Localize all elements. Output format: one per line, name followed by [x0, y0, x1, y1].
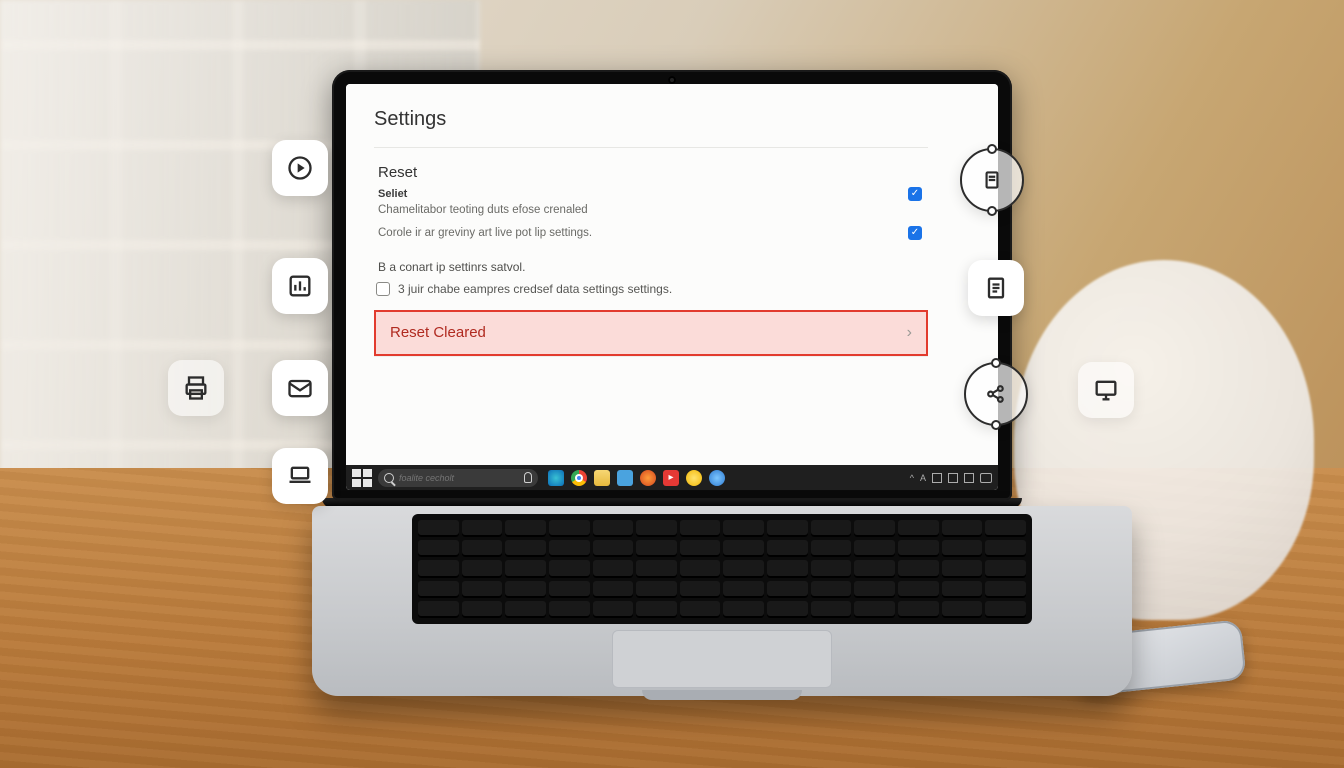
mail-icon	[286, 374, 314, 402]
print-icon	[182, 374, 210, 402]
laptop-keyboard	[412, 514, 1032, 624]
monitor-icon	[1092, 376, 1120, 404]
tile-mail	[272, 360, 328, 416]
search-icon	[384, 473, 394, 483]
setting-option-text: 3 juir chabe eampres credsef data settin…	[398, 282, 672, 296]
system-tray[interactable]: ^ A	[910, 473, 992, 483]
taskbar-app-chrome[interactable]	[571, 470, 587, 486]
checkbox-option[interactable]	[376, 282, 390, 296]
taskbar-search-input[interactable]	[399, 473, 519, 483]
laptop-trackpad	[612, 630, 832, 688]
laptop-deck	[312, 506, 1132, 696]
laptop-screen: Settings Reset Seliet Chamelitabor teoti…	[346, 84, 998, 490]
tray-indicator-1[interactable]	[932, 473, 942, 483]
tray-indicator-3[interactable]	[964, 473, 974, 483]
tray-indicator-2[interactable]	[948, 473, 958, 483]
tile-document	[968, 260, 1024, 316]
taskbar-app-generic2[interactable]	[709, 470, 725, 486]
tile-laptop	[272, 448, 328, 504]
sync-document-icon	[979, 167, 1005, 193]
tile-share	[964, 362, 1028, 426]
setting-row-1-text: Chamelitabor teoting duts efose crenaled	[378, 204, 588, 216]
start-button[interactable]	[352, 469, 372, 487]
taskbar-app-browser2[interactable]	[640, 470, 656, 486]
document-icon	[982, 274, 1010, 302]
share-nodes-icon	[983, 381, 1009, 407]
taskbar-app-edge[interactable]	[548, 470, 564, 486]
taskbar-app-generic1[interactable]	[686, 470, 702, 486]
tile-sync-document	[960, 148, 1024, 212]
laptop-icon	[286, 462, 314, 490]
taskbar: ▸ ^ A	[346, 465, 998, 490]
tile-monitor	[1078, 362, 1134, 418]
settings-note: B a conart ip settinrs satvol.	[378, 260, 928, 274]
screen-body: Settings Reset Seliet Chamelitabor teoti…	[346, 84, 998, 490]
checkbox-row-2[interactable]	[908, 226, 922, 240]
setting-option-row: 3 juir chabe eampres credsef data settin…	[376, 282, 928, 296]
section-title-reset: Reset	[378, 164, 928, 181]
laptop-screen-frame: Settings Reset Seliet Chamelitabor teoti…	[332, 70, 1012, 500]
taskbar-app-mail[interactable]	[617, 470, 633, 486]
reset-cleared-label: Reset Cleared	[390, 324, 486, 341]
laptop-camera	[668, 76, 676, 84]
tile-play	[272, 140, 328, 196]
chart-icon	[286, 272, 314, 300]
taskbar-app-explorer[interactable]	[594, 470, 610, 486]
tray-text-a: A	[920, 473, 926, 483]
tile-chart	[272, 258, 328, 314]
setting-row-2-text: Corole ir ar greviny art live pot lip se…	[378, 226, 592, 242]
taskbar-app-video[interactable]: ▸	[663, 470, 679, 486]
setting-row-1-subhead: Seliet	[378, 187, 588, 202]
setting-row-1: Seliet Chamelitabor teoting duts efose c…	[374, 183, 928, 222]
tray-chevron-up-icon[interactable]: ^	[910, 473, 914, 483]
mic-icon[interactable]	[524, 472, 532, 483]
laptop: Settings Reset Seliet Chamelitabor teoti…	[312, 70, 1032, 696]
chevron-right-icon: ›	[907, 324, 912, 342]
setting-row-2: Corole ir ar greviny art live pot lip se…	[374, 222, 928, 246]
tile-print	[168, 360, 224, 416]
checkbox-row-1[interactable]	[908, 187, 922, 201]
page-title: Settings	[374, 104, 928, 148]
taskbar-search[interactable]	[378, 469, 538, 487]
reset-cleared-button[interactable]: Reset Cleared ›	[374, 310, 928, 356]
settings-app: Settings Reset Seliet Chamelitabor teoti…	[346, 84, 998, 465]
play-icon	[286, 154, 314, 182]
laptop-deck-lip	[642, 690, 802, 700]
taskbar-pinned-apps: ▸	[548, 470, 725, 486]
tray-notifications-icon[interactable]	[980, 473, 992, 483]
